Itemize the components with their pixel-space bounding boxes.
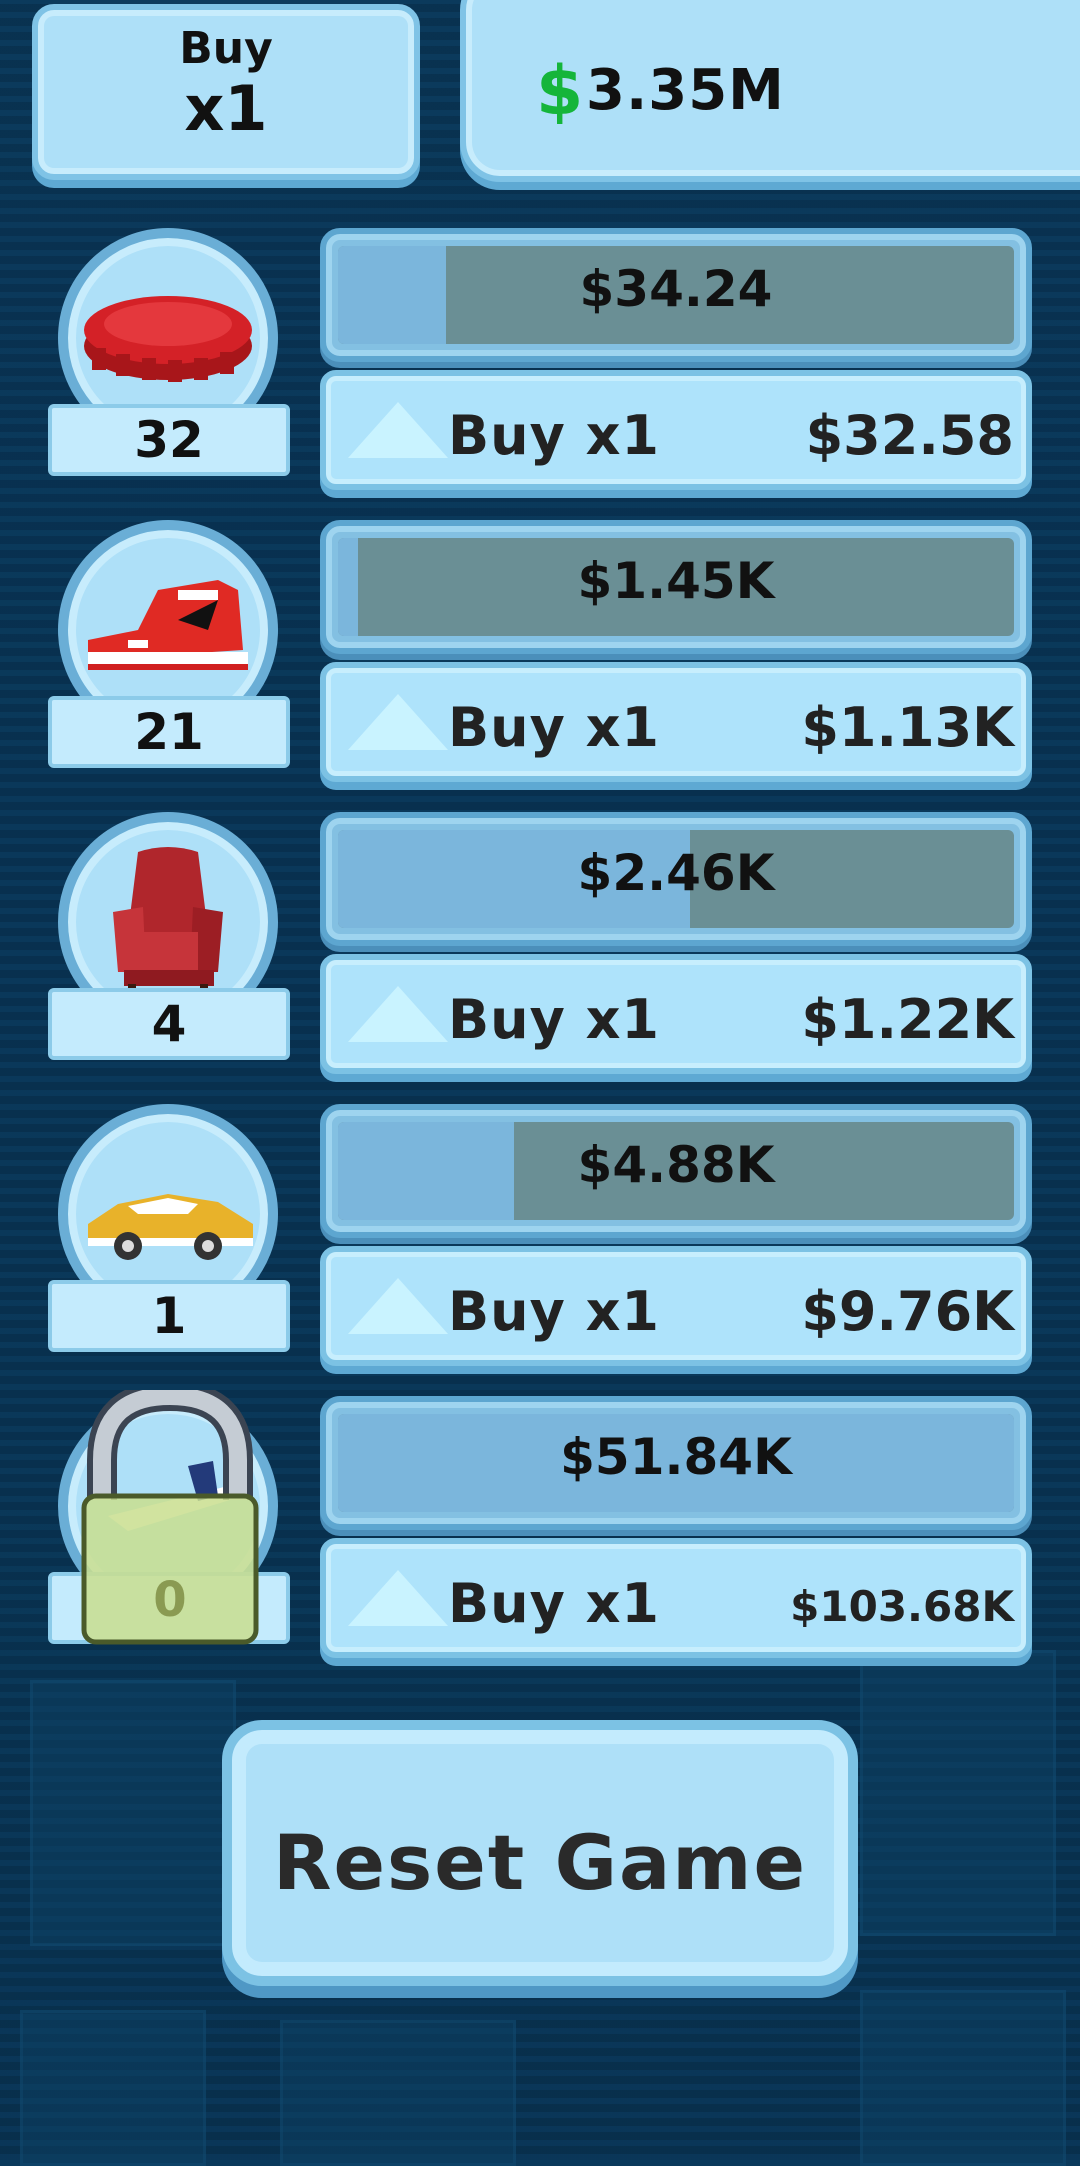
buy-business-button[interactable]: Buy x1 $9.76K [320, 1246, 1032, 1366]
up-arrow-icon [348, 1570, 448, 1626]
background-block [860, 1650, 1056, 1936]
buy-multiplier-value: x1 [184, 72, 268, 145]
buy-label: Buy x1 [448, 1280, 661, 1343]
buy-multiplier-label: Buy [179, 23, 273, 74]
buy-label: Buy x1 [448, 988, 661, 1051]
progress-value: $4.88K [577, 1136, 775, 1194]
progress-value: $2.46K [577, 844, 775, 902]
dollar-icon: $ [536, 52, 584, 131]
buy-label: Buy x1 [448, 404, 661, 467]
buy-cost: $9.76K [801, 1280, 1014, 1343]
buy-business-button[interactable]: Buy x1 $1.13K [320, 662, 1032, 782]
background-block [280, 2020, 516, 2166]
business-count: 1 [48, 1280, 290, 1352]
buy-label: Buy x1 [448, 1572, 661, 1635]
up-arrow-icon [348, 1278, 448, 1334]
reset-game-label: Reset Game [272, 1818, 808, 1907]
buy-business-button[interactable]: Buy x1 $32.58 [320, 370, 1032, 490]
buy-cost: $32.58 [805, 404, 1014, 467]
business-count: 4 [48, 988, 290, 1060]
up-arrow-icon [348, 986, 448, 1042]
reset-game-button[interactable]: Reset Game [222, 1720, 858, 1986]
locked-count: 0 [153, 1572, 187, 1628]
business-progress-bar[interactable]: $51.84K [320, 1396, 1032, 1530]
buy-cost: $1.13K [801, 696, 1014, 759]
background-block [30, 1680, 236, 1946]
buy-cost: $1.22K [801, 988, 1014, 1051]
buy-multiplier-button[interactable]: Buy x1 [32, 4, 420, 180]
progress-value: $1.45K [577, 552, 775, 610]
up-arrow-icon [348, 694, 448, 750]
business-progress-bar[interactable]: $34.24 [320, 228, 1032, 362]
business-count: 32 [48, 404, 290, 476]
business-progress-bar[interactable]: $4.88K [320, 1104, 1032, 1238]
money-value: 3.35M [586, 58, 785, 123]
padlock-icon: 0 [70, 1390, 270, 1650]
buy-business-button[interactable]: Buy x1 $103.68K [320, 1538, 1032, 1658]
progress-value: $51.84K [560, 1428, 792, 1486]
progress-value: $34.24 [579, 260, 773, 318]
buy-business-button[interactable]: Buy x1 $1.22K [320, 954, 1032, 1074]
buy-label: Buy x1 [448, 696, 661, 759]
background-block [860, 1990, 1066, 2166]
buy-cost: $103.68K [790, 1582, 1014, 1631]
business-count: 21 [48, 696, 290, 768]
business-progress-bar[interactable]: $1.45K [320, 520, 1032, 654]
business-progress-bar[interactable]: $2.46K [320, 812, 1032, 946]
money-display: $ 3.35M [460, 0, 1080, 182]
background-block [20, 2010, 206, 2166]
up-arrow-icon [348, 402, 448, 458]
